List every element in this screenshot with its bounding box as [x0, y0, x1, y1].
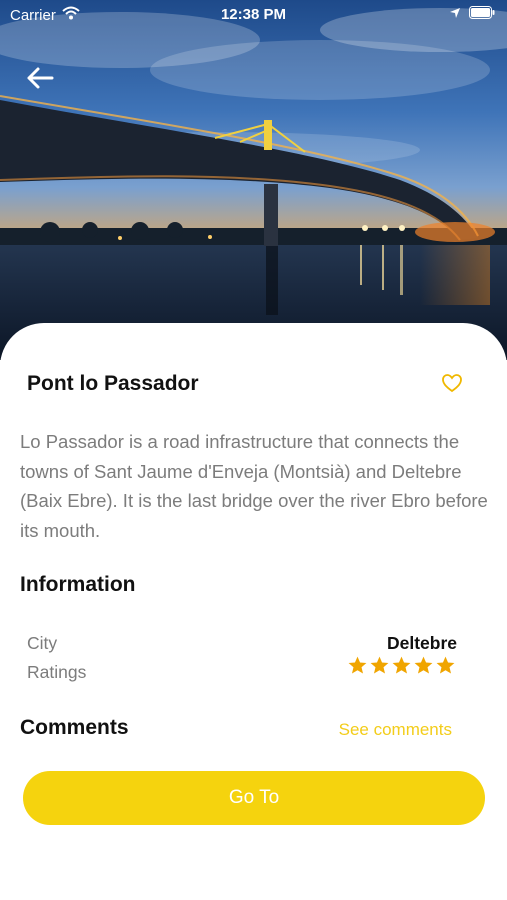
comments-heading: Comments: [20, 716, 129, 739]
back-button[interactable]: [22, 62, 58, 98]
ratings-label: Ratings: [27, 662, 87, 682]
hero-image: [0, 0, 507, 360]
favorite-button[interactable]: [440, 371, 464, 395]
go-to-button[interactable]: Go To: [23, 771, 485, 825]
star-icon: [414, 656, 433, 674]
battery-icon: [469, 6, 495, 23]
location-arrow-icon: [449, 6, 461, 23]
city-label: City: [27, 633, 58, 653]
star-icon: [436, 656, 455, 674]
status-bar: Carrier 12:38 PM: [0, 0, 507, 30]
star-icon: [348, 656, 367, 674]
clock: 12:38 PM: [220, 6, 287, 23]
star-icon: [370, 656, 389, 674]
information-heading: Information: [20, 573, 136, 596]
place-description: Lo Passador is a road infrastructure tha…: [20, 431, 488, 541]
heart-icon: [440, 374, 464, 399]
city-value: Deltebre: [386, 633, 457, 653]
rating-stars: [347, 655, 456, 676]
status-icons: [449, 6, 495, 23]
back-arrow-icon: [26, 66, 54, 95]
see-comments-link[interactable]: See comments: [339, 720, 452, 740]
place-title: Pont lo Passador: [27, 372, 199, 395]
star-icon: [392, 656, 411, 674]
